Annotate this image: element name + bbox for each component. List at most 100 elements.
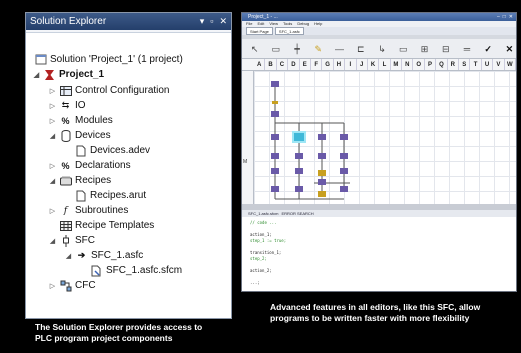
solution-tree: Solution 'Project_1' (1 project) ◢ Proje…: [26, 32, 231, 318]
file-icon: [90, 265, 103, 277]
expand-arrow-icon[interactable]: ▷: [48, 282, 57, 290]
check-icon[interactable]: ✓: [482, 43, 495, 55]
expand-arrow-icon[interactable]: ▷: [48, 162, 57, 170]
expand-arrow-icon[interactable]: ▷: [48, 102, 57, 110]
tree-item-devices-adev[interactable]: Devices.adev: [72, 143, 150, 158]
tree-item-control-configuration[interactable]: ▷ Control Configuration: [48, 83, 170, 98]
tree-item-label: SFC: [75, 235, 95, 246]
macro-step-icon[interactable]: ⊟: [439, 43, 452, 55]
branch-icon[interactable]: ⊏: [354, 43, 367, 55]
tab-error-search[interactable]: ERROR SEARCH: [281, 210, 313, 217]
lower-tabs: SFC_1.asfc.sfcm ERROR SEARCH: [242, 210, 516, 217]
row-marker: M: [243, 159, 248, 165]
tree-item-io[interactable]: ▷ ⇆ IO: [48, 98, 86, 113]
expand-arrow-icon[interactable]: ▷: [48, 87, 57, 95]
tree-item-label: Recipes.arut: [90, 190, 147, 201]
sfc-step: [295, 168, 303, 174]
solution-explorer-title: Solution Explorer: [30, 16, 107, 27]
jump-icon[interactable]: ↳: [375, 43, 388, 55]
column-header: O: [413, 59, 425, 70]
column-headers: ABCDEFGHIJKLMNOPQRSTUVW: [242, 59, 516, 71]
column-header: Q: [436, 59, 448, 70]
end-icon[interactable]: ═: [460, 43, 473, 55]
sfc-step: [340, 134, 348, 140]
sfc-step: [340, 186, 348, 192]
tree-item-modules[interactable]: ▷ % Modules: [48, 113, 113, 128]
database-icon: [59, 129, 72, 142]
tab-sfc-1-asfc[interactable]: SFC_1.asfc: [274, 27, 304, 35]
sfc-diagram-canvas[interactable]: [254, 71, 516, 204]
tree-item-recipes[interactable]: ◢ Recipes: [48, 173, 111, 188]
sfc-step: [271, 111, 279, 117]
tree-item-sfc-1-asfc[interactable]: ◢ ➔ SFC_1.asfc: [64, 248, 143, 263]
tree-item-label: Solution 'Project_1' (1 project): [50, 54, 183, 65]
sfc-toolbar: ↖ ▭ ┿ ✎ — ⊏ ↳ ▭ ⊞ ⊟ ═ ✓ ✕: [242, 39, 516, 59]
tree-item-solution[interactable]: Solution 'Project_1' (1 project): [32, 52, 183, 67]
box-icon[interactable]: ▭: [397, 43, 410, 55]
tree-item-sfc[interactable]: ◢ SFC: [48, 233, 95, 248]
tab-sfc-macro[interactable]: SFC_1.asfc.sfcm: [248, 210, 278, 217]
tree-item-subroutines[interactable]: ▷ f Subroutines: [48, 203, 129, 218]
column-header: N: [402, 59, 414, 70]
tree-item-recipe-templates[interactable]: Recipe Templates: [57, 218, 154, 233]
sfc-step: [295, 186, 303, 192]
column-header: T: [470, 59, 482, 70]
minimize-icon[interactable]: –: [497, 13, 500, 21]
column-header: D: [288, 59, 300, 70]
tree-item-label: SFC_1.asfc.sfcm: [106, 265, 183, 276]
expand-arrow-icon[interactable]: ▷: [48, 207, 57, 215]
close-icon[interactable]: ✕: [219, 13, 227, 30]
tree-item-label: Recipes: [75, 175, 112, 186]
tree-item-declarations[interactable]: ▷ % Declarations: [48, 158, 131, 173]
caption-sfc-editor: Advanced features in all editors, like t…: [270, 302, 481, 323]
pencil-icon[interactable]: ✎: [312, 43, 325, 55]
code-editor[interactable]: // code ... action_1; step_1 := true; tran…: [242, 217, 516, 291]
step-icon[interactable]: ▭: [269, 43, 282, 55]
solution-explorer-title-bar: Solution Explorer ▾ ▫ ✕: [26, 13, 231, 30]
tree-item-label: Recipe Templates: [75, 220, 155, 231]
tab-start-page[interactable]: Start Page: [246, 27, 273, 35]
sfc-transition: [318, 170, 326, 176]
menu-help[interactable]: Help: [314, 21, 322, 27]
sfc-step: [340, 153, 348, 159]
column-header: J: [357, 59, 368, 70]
sfc-icon: [59, 234, 72, 247]
restore-icon[interactable]: ▫: [210, 13, 213, 30]
line-icon[interactable]: —: [333, 43, 346, 55]
column-header: P: [425, 59, 437, 70]
pointer-icon[interactable]: ↖: [248, 43, 261, 55]
collapse-arrow-icon[interactable]: ◢: [48, 177, 57, 185]
sfc-step: [295, 153, 303, 159]
column-header: C: [277, 59, 289, 70]
simultaneous-branch-icon[interactable]: ⊞: [418, 43, 431, 55]
tree-item-project[interactable]: ◢ Project_1: [32, 67, 104, 82]
collapse-arrow-icon[interactable]: ◢: [48, 132, 57, 140]
sfc-editor-window: Project_1 - ... – □ ✕ File Edit View Too…: [241, 12, 517, 292]
expand-arrow-icon[interactable]: ▷: [48, 117, 57, 125]
sfc-step: [271, 168, 279, 174]
tree-item-sfc-1-asfc-sfcm[interactable]: SFC_1.asfc.sfcm: [88, 263, 182, 278]
collapse-arrow-icon[interactable]: ◢: [48, 237, 57, 245]
tree-item-cfc[interactable]: ▷ CFC: [48, 278, 96, 293]
transition-icon[interactable]: ┿: [290, 43, 303, 55]
tree-item-label: SFC_1.asfc: [91, 250, 144, 261]
close-icon[interactable]: ✕: [509, 13, 513, 21]
row-numbers: M: [242, 71, 254, 204]
column-header: M: [391, 59, 403, 70]
tree-item-label: Modules: [75, 115, 113, 126]
delete-icon[interactable]: ✕: [503, 43, 516, 55]
editor-title-bar: Project_1 - ... – □ ✕: [242, 13, 516, 21]
column-header: U: [482, 59, 494, 70]
tree-item-recipes-arut[interactable]: Recipes.arut: [72, 188, 146, 203]
column-header: H: [334, 59, 346, 70]
dropdown-icon[interactable]: ▾: [200, 13, 205, 30]
collapse-arrow-icon[interactable]: ◢: [32, 71, 41, 79]
tree-item-label: Project_1: [59, 69, 105, 80]
percent-icon: %: [61, 160, 70, 171]
column-header: A: [254, 59, 266, 70]
tree-item-devices[interactable]: ◢ Devices: [48, 128, 111, 143]
column-header: V: [493, 59, 505, 70]
maximize-icon[interactable]: □: [503, 13, 506, 21]
collapse-arrow-icon[interactable]: ◢: [64, 252, 73, 260]
